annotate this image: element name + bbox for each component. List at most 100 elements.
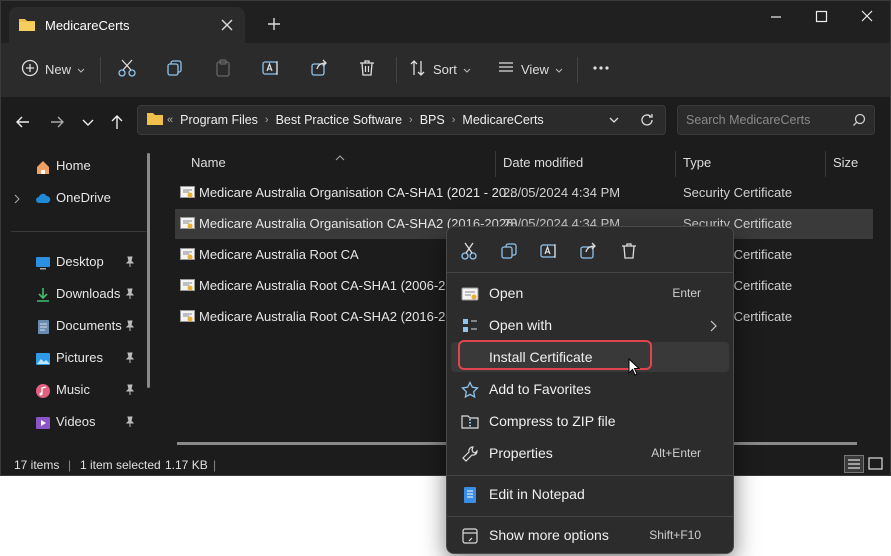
sidebar-item-videos[interactable]: Videos bbox=[1, 408, 151, 436]
view-list-icon bbox=[497, 59, 515, 80]
item-count: 17 items bbox=[14, 458, 60, 472]
navigation-pane: Home OneDrive Desktop Downloads Document… bbox=[1, 147, 159, 452]
pin-icon bbox=[125, 352, 135, 367]
chevron-right-icon bbox=[709, 320, 717, 335]
menu-item-label: Open bbox=[489, 285, 524, 301]
paste-button[interactable] bbox=[213, 55, 233, 83]
menu-item-show-more-options[interactable]: Show more options Shift+F10 bbox=[451, 520, 729, 550]
command-bar: New Sort View bbox=[1, 43, 890, 98]
column-header-date[interactable]: Date modified bbox=[503, 155, 583, 170]
menu-item-open-with[interactable]: Open with bbox=[451, 310, 729, 340]
open-icon bbox=[461, 285, 479, 303]
sidebar-item-documents[interactable]: Documents bbox=[1, 312, 151, 340]
file-name: Medicare Australia Root CA-SHA1 (2006-20… bbox=[199, 278, 472, 293]
overflow-indicator[interactable]: « bbox=[167, 114, 173, 126]
view-button[interactable]: View bbox=[497, 55, 563, 83]
home-icon bbox=[35, 159, 51, 175]
chevron-right-icon[interactable]: › bbox=[409, 114, 413, 126]
menu-item-edit-in-notepad[interactable]: Edit in Notepad bbox=[451, 479, 729, 509]
music-icon bbox=[35, 383, 51, 399]
chevron-down-icon bbox=[463, 62, 471, 77]
file-name: Medicare Australia Organisation CA-SHA1 … bbox=[199, 185, 517, 200]
menu-divider bbox=[447, 272, 733, 273]
sidebar-item-label: Documents bbox=[56, 318, 122, 333]
chevron-right-icon[interactable]: › bbox=[265, 114, 269, 126]
sidebar-item-music[interactable]: Music bbox=[1, 376, 151, 404]
toolbar-divider bbox=[577, 57, 578, 83]
menu-item-shortcut: Shift+F10 bbox=[649, 528, 701, 542]
menu-item-open[interactable]: Open Enter bbox=[451, 278, 729, 308]
column-divider[interactable] bbox=[675, 151, 676, 177]
chevron-right-icon[interactable]: › bbox=[452, 114, 456, 126]
breadcrumb-best-practice-software[interactable]: Best Practice Software bbox=[276, 113, 402, 127]
sidebar-item-desktop[interactable]: Desktop bbox=[1, 248, 151, 276]
sidebar-item-downloads[interactable]: Downloads bbox=[1, 280, 151, 308]
tab-medicarecerts[interactable]: MedicareCerts bbox=[9, 7, 245, 43]
share-icon[interactable] bbox=[577, 239, 601, 263]
forward-arrow-icon[interactable] bbox=[46, 111, 68, 133]
tab-title: MedicareCerts bbox=[45, 18, 130, 33]
menu-divider bbox=[447, 475, 733, 476]
breadcrumb-program-files[interactable]: Program Files bbox=[180, 113, 258, 127]
wrench-icon bbox=[461, 445, 479, 463]
notepad-icon bbox=[461, 486, 479, 504]
details-view-icon[interactable] bbox=[844, 455, 864, 475]
sidebar-item-label: Desktop bbox=[56, 254, 104, 269]
column-header-name[interactable]: Name bbox=[191, 155, 226, 170]
menu-item-compress-zip[interactable]: Compress to ZIP file bbox=[451, 406, 729, 436]
column-header-type[interactable]: Type bbox=[683, 155, 711, 170]
minimize-icon[interactable] bbox=[756, 5, 796, 29]
sidebar-item-label: Videos bbox=[56, 414, 96, 429]
new-button[interactable]: New bbox=[21, 55, 85, 83]
column-header-size[interactable]: Size bbox=[833, 155, 858, 170]
rename-button[interactable] bbox=[261, 55, 281, 83]
sidebar-scrollbar[interactable] bbox=[147, 153, 150, 388]
copy-icon[interactable] bbox=[497, 239, 521, 263]
share-button[interactable] bbox=[309, 55, 329, 83]
delete-button[interactable] bbox=[357, 55, 377, 83]
new-label: New bbox=[45, 61, 72, 77]
up-arrow-icon[interactable] bbox=[106, 111, 128, 133]
close-tab-icon[interactable] bbox=[215, 13, 239, 37]
rename-icon[interactable] bbox=[537, 239, 561, 263]
desktop-icon bbox=[35, 255, 51, 271]
status-divider: | bbox=[68, 458, 72, 472]
file-row[interactable]: Medicare Australia Organisation CA-SHA1 … bbox=[175, 178, 873, 208]
column-divider[interactable] bbox=[495, 151, 496, 177]
breadcrumb-bps[interactable]: BPS bbox=[420, 113, 445, 127]
copy-button[interactable] bbox=[165, 55, 185, 83]
menu-item-add-to-favorites[interactable]: Add to Favorites bbox=[451, 374, 729, 404]
maximize-icon[interactable] bbox=[801, 5, 841, 29]
chevron-down-icon[interactable] bbox=[608, 114, 620, 129]
breadcrumb-medicarecerts[interactable]: MedicareCerts bbox=[462, 113, 543, 127]
menu-item-label: Compress to ZIP file bbox=[489, 413, 616, 429]
search-placeholder: Search MedicareCerts bbox=[686, 113, 811, 127]
see-more-button[interactable] bbox=[591, 55, 611, 83]
column-divider[interactable] bbox=[825, 151, 826, 177]
sidebar-item-home[interactable]: Home bbox=[1, 152, 151, 180]
address-bar[interactable]: « Program Files › Best Practice Software… bbox=[137, 105, 666, 135]
sidebar-item-label: Pictures bbox=[56, 350, 103, 365]
recent-locations-icon[interactable] bbox=[77, 111, 99, 133]
scissors-icon[interactable] bbox=[457, 239, 481, 263]
back-arrow-icon[interactable] bbox=[12, 111, 34, 133]
sidebar-item-label: Home bbox=[56, 158, 91, 173]
status-divider: | bbox=[213, 458, 217, 472]
sidebar-item-pictures[interactable]: Pictures bbox=[1, 344, 151, 372]
trash-icon[interactable] bbox=[617, 239, 641, 263]
menu-item-properties[interactable]: Properties Alt+Enter bbox=[451, 438, 729, 468]
sort-button[interactable]: Sort bbox=[409, 55, 471, 83]
tiles-view-icon[interactable] bbox=[867, 455, 885, 475]
toolbar-divider bbox=[396, 57, 397, 83]
sidebar-item-label: OneDrive bbox=[56, 190, 111, 205]
new-tab-icon[interactable] bbox=[263, 13, 285, 35]
pin-icon bbox=[125, 384, 135, 399]
more-options-icon bbox=[461, 527, 479, 545]
cut-button[interactable] bbox=[117, 55, 137, 83]
close-window-icon[interactable] bbox=[847, 5, 887, 29]
search-input[interactable]: Search MedicareCerts bbox=[677, 105, 875, 135]
certificate-icon bbox=[180, 310, 195, 327]
refresh-icon[interactable] bbox=[638, 111, 656, 132]
chevron-right-icon[interactable] bbox=[13, 192, 21, 207]
sidebar-item-onedrive[interactable]: OneDrive bbox=[1, 184, 151, 212]
